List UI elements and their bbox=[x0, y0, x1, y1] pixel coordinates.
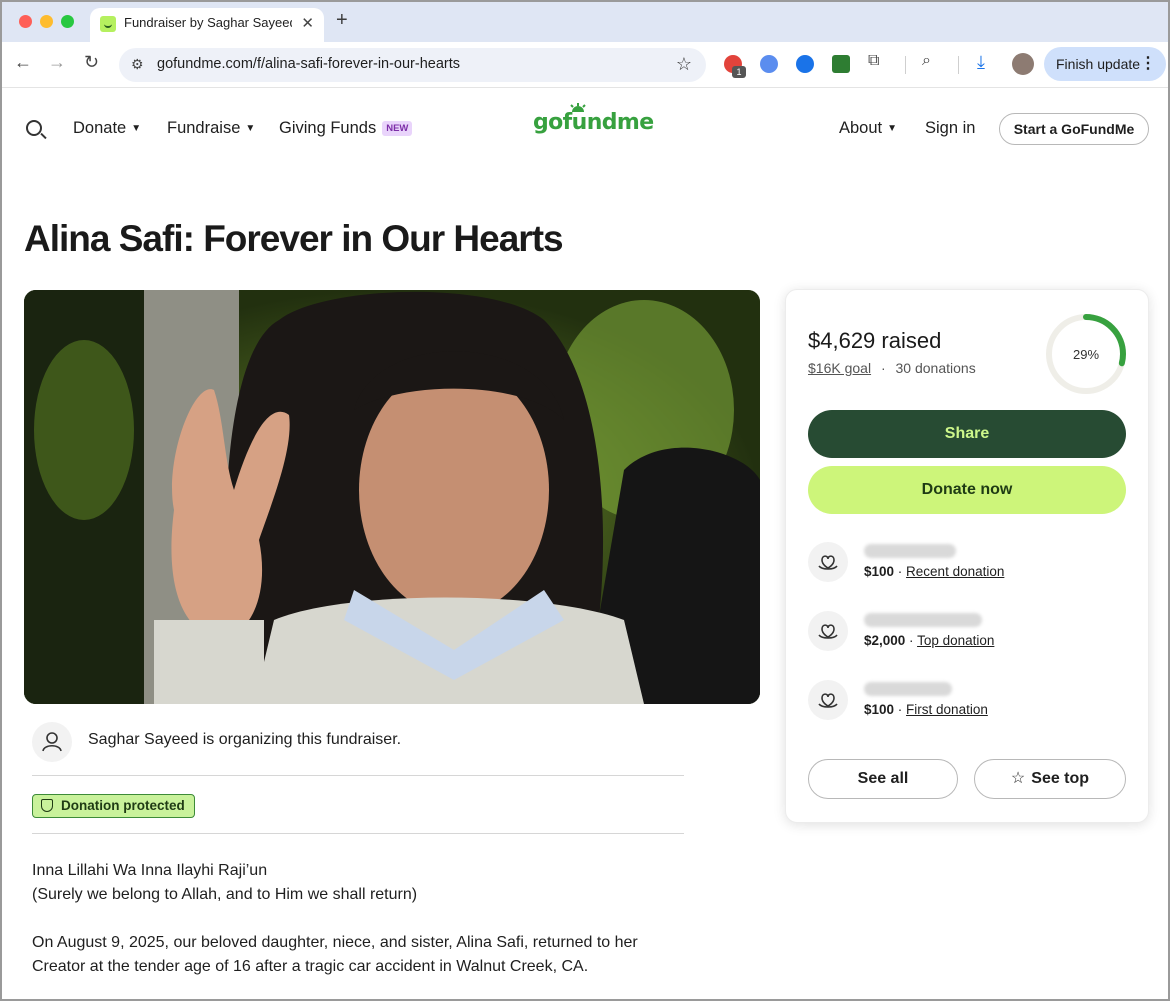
forward-icon[interactable]: → bbox=[48, 52, 66, 73]
new-badge: NEW bbox=[382, 121, 413, 136]
separator: · bbox=[880, 360, 886, 376]
donation-heart-icon bbox=[808, 680, 848, 720]
new-tab-icon[interactable]: + bbox=[336, 9, 348, 32]
reload-icon[interactable]: ↻ bbox=[84, 52, 99, 73]
story-line: On August 9, 2025, our beloved daughter,… bbox=[32, 934, 638, 951]
minimize-window-button[interactable] bbox=[40, 15, 53, 28]
organizer-row: Saghar Sayeed is organizing this fundrai… bbox=[32, 720, 684, 776]
goal-link[interactable]: $16K goal bbox=[808, 360, 871, 376]
donor-kind-link[interactable]: Top donation bbox=[917, 633, 994, 648]
donor-line: $100 · Recent donation bbox=[864, 564, 1004, 579]
donor-item: $100 · Recent donation bbox=[808, 540, 1128, 590]
search-icon[interactable] bbox=[26, 120, 42, 136]
see-all-button[interactable]: See all bbox=[808, 759, 958, 799]
donation-heart-icon bbox=[808, 542, 848, 582]
donate-now-button[interactable]: Donate now bbox=[808, 466, 1126, 514]
finish-update-button[interactable]: Finish update ⋮ bbox=[1044, 47, 1166, 81]
shazam-extension-icon[interactable] bbox=[796, 55, 814, 73]
donor-name-blurred bbox=[864, 613, 982, 627]
tab-bar: Fundraiser by Saghar Sayeed ✕ + bbox=[2, 2, 1168, 42]
extensions-puzzle-icon[interactable]: ⧉ bbox=[868, 52, 879, 70]
goal-line: $16K goal · 30 donations bbox=[808, 360, 976, 376]
donor-separator: · bbox=[894, 564, 907, 579]
browser-toolbar: ← → ↻ ⚙ gofundme.com/f/alina-safi-foreve… bbox=[2, 42, 1168, 88]
nav-fundraise-label: Fundraise bbox=[167, 119, 241, 137]
donor-amount: $2,000 bbox=[864, 633, 906, 648]
nav-donate[interactable]: Donate ▼ bbox=[73, 119, 141, 138]
amount-raised: $4,629 raised bbox=[808, 328, 942, 353]
nav-about-label: About bbox=[839, 119, 883, 137]
see-top-button[interactable]: ☆ See top bbox=[974, 759, 1126, 799]
page-title: Alina Safi: Forever in Our Hearts bbox=[24, 218, 564, 259]
gofundme-favicon-icon bbox=[100, 16, 116, 32]
tab-title: Fundraiser by Saghar Sayeed bbox=[124, 15, 292, 30]
menu-dots-icon[interactable]: ⋮ bbox=[1140, 47, 1156, 81]
shield-icon bbox=[41, 799, 53, 812]
nav-about[interactable]: About ▼ bbox=[839, 119, 897, 138]
progress-label: 29% bbox=[1073, 347, 1099, 362]
toolbar-divider bbox=[905, 56, 906, 74]
logo-sun-icon bbox=[570, 103, 586, 112]
profile-avatar-icon[interactable] bbox=[1012, 53, 1034, 75]
story-line: Inna Lillahi Wa Inna Ilayhi Raji’un bbox=[32, 862, 268, 879]
nav-giving-funds-label: Giving Funds bbox=[279, 119, 377, 137]
bookmark-star-icon[interactable]: ☆ bbox=[676, 54, 692, 75]
logo-text: gofundme bbox=[533, 110, 654, 135]
search-extension-icon[interactable] bbox=[760, 55, 778, 73]
donor-kind-link[interactable]: First donation bbox=[906, 702, 988, 717]
toolbar-divider bbox=[958, 56, 959, 74]
gofundme-logo[interactable]: gofundme bbox=[533, 103, 654, 135]
browser-window: Fundraiser by Saghar Sayeed ✕ + ← → ↻ ⚙ … bbox=[0, 0, 1170, 1001]
organizer-text: Saghar Sayeed is organizing this fundrai… bbox=[88, 731, 402, 748]
nav-giving-funds[interactable]: Giving Funds NEW bbox=[279, 119, 413, 138]
donor-name-blurred bbox=[864, 544, 956, 558]
donation-card: $4,629 raised $16K goal · 30 donations 2… bbox=[785, 289, 1149, 823]
donation-protected-badge[interactable]: Donation protected bbox=[32, 794, 195, 818]
fundraiser-photo[interactable] bbox=[24, 290, 760, 704]
caret-down-icon: ▼ bbox=[887, 123, 898, 134]
star-icon: ☆ bbox=[1010, 770, 1026, 787]
donor-item: $2,000 · Top donation bbox=[808, 609, 1128, 659]
donor-amount: $100 bbox=[864, 702, 895, 717]
see-top-label: See top bbox=[1031, 770, 1090, 787]
donor-line: $2,000 · Top donation bbox=[864, 633, 994, 648]
story-line: (Surely we belong to Allah, and to Him w… bbox=[32, 886, 418, 903]
donor-line: $100 · First donation bbox=[864, 702, 988, 717]
address-bar[interactable]: ⚙ gofundme.com/f/alina-safi-forever-in-o… bbox=[119, 48, 706, 82]
photo-illustration bbox=[24, 290, 760, 704]
nav-donate-label: Donate bbox=[73, 119, 127, 137]
finish-update-label: Finish update bbox=[1056, 56, 1141, 72]
maximize-window-button[interactable] bbox=[61, 15, 74, 28]
download-icon[interactable]: ⤓ bbox=[977, 52, 985, 73]
vocab-extension-icon[interactable] bbox=[832, 55, 850, 73]
donor-separator: · bbox=[905, 633, 918, 648]
donor-kind-link[interactable]: Recent donation bbox=[906, 564, 1004, 579]
site-settings-icon[interactable]: ⚙ bbox=[131, 56, 144, 73]
extension-badge: 1 bbox=[732, 66, 746, 78]
donation-heart-icon bbox=[808, 611, 848, 651]
donor-separator: · bbox=[894, 702, 907, 717]
back-icon[interactable]: ← bbox=[14, 52, 32, 73]
close-tab-icon[interactable]: ✕ bbox=[301, 14, 314, 32]
story-line: Creator at the tender age of 16 after a … bbox=[32, 958, 589, 975]
close-window-button[interactable] bbox=[19, 15, 32, 28]
caret-down-icon: ▼ bbox=[245, 123, 256, 134]
share-button[interactable]: Share bbox=[808, 410, 1126, 458]
progress-ring: 29% bbox=[1046, 314, 1126, 394]
site-header: Donate ▼ Fundraise ▼ Giving Funds NEW gofun… bbox=[2, 88, 1168, 168]
donor-name-blurred bbox=[864, 682, 952, 696]
protected-label: Donation protected bbox=[61, 798, 185, 813]
sign-in-link[interactable]: Sign in bbox=[925, 119, 975, 138]
browser-tab[interactable]: Fundraiser by Saghar Sayeed ✕ bbox=[90, 8, 324, 42]
caret-down-icon: ▼ bbox=[131, 123, 142, 134]
donor-item: $100 · First donation bbox=[808, 678, 1128, 728]
user-avatar-icon bbox=[32, 722, 72, 762]
divider bbox=[32, 833, 684, 834]
donation-count: 30 donations bbox=[895, 360, 976, 376]
donor-amount: $100 bbox=[864, 564, 895, 579]
start-gofundme-button[interactable]: Start a GoFundMe bbox=[999, 113, 1149, 145]
tab-search-icon[interactable]: ⌕ bbox=[922, 52, 931, 70]
url-text: gofundme.com/f/alina-safi-forever-in-our… bbox=[157, 56, 461, 72]
nav-fundraise[interactable]: Fundraise ▼ bbox=[167, 119, 255, 138]
